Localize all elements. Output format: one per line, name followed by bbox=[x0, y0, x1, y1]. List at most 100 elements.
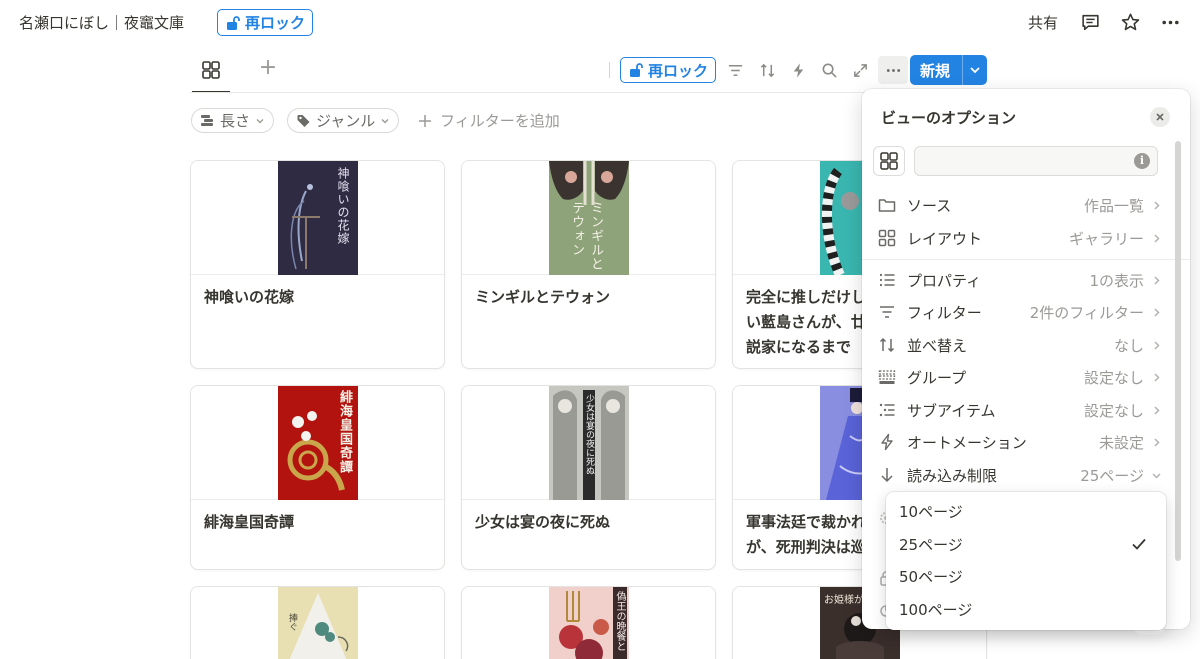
chevron-down-icon bbox=[381, 118, 389, 123]
option-group[interactable]: グループ 設定なし bbox=[872, 362, 1162, 392]
panel-scrollbar[interactable] bbox=[1175, 141, 1181, 561]
new-button-label: 新規 bbox=[920, 61, 951, 80]
chevron-down-icon[interactable] bbox=[963, 64, 987, 76]
chevron-right-icon bbox=[1144, 233, 1162, 244]
chevron-down-icon bbox=[1144, 470, 1162, 481]
card-cover: 捧ぐ bbox=[191, 587, 444, 659]
view-name-input[interactable]: i bbox=[914, 146, 1158, 176]
search-icon[interactable] bbox=[817, 58, 841, 82]
share-button[interactable]: 共有 bbox=[1028, 12, 1058, 33]
option-label: 並べ替え bbox=[907, 336, 968, 355]
cover-title-text: お姫様が bbox=[824, 595, 864, 606]
filter-chip-label: 長さ bbox=[220, 112, 251, 130]
dropdown-option-25[interactable]: 25ページ bbox=[886, 529, 1166, 559]
chevron-right-icon bbox=[1144, 405, 1162, 416]
cover-title-text: 捧ぐ bbox=[287, 613, 297, 631]
option-label: オートメーション bbox=[907, 433, 1027, 452]
dropdown-option-label: 10ページ bbox=[899, 502, 963, 521]
new-button[interactable]: 新規 bbox=[910, 55, 987, 85]
option-layout[interactable]: レイアウト ギャラリー bbox=[872, 223, 1162, 253]
gallery-icon bbox=[880, 152, 898, 170]
lightning-icon bbox=[872, 433, 902, 451]
expand-icon[interactable] bbox=[848, 58, 872, 82]
cover-title-text: 偽王の晩餐と bbox=[614, 591, 625, 651]
gallery-card[interactable]: 偽王の晩餐と bbox=[461, 586, 716, 659]
gallery-icon bbox=[872, 229, 902, 247]
unlock-icon bbox=[630, 63, 643, 77]
view-icon-button[interactable] bbox=[873, 146, 905, 176]
option-value: 25ページ bbox=[1080, 466, 1144, 485]
toolbar-separator bbox=[609, 62, 610, 78]
dropdown-option-50[interactable]: 50ページ bbox=[886, 561, 1166, 591]
option-source[interactable]: ソース 作品一覧 bbox=[872, 190, 1162, 220]
star-icon[interactable] bbox=[1118, 10, 1142, 34]
option-load-limit[interactable]: 読み込み制限 25ページ bbox=[872, 460, 1162, 490]
book-cover-image: 緋海皇国奇譚 bbox=[278, 386, 358, 500]
toolbar-relock-label: 再ロック bbox=[648, 61, 709, 80]
option-automation[interactable]: オートメーション 未設定 bbox=[872, 427, 1162, 457]
option-value: 設定なし bbox=[1083, 368, 1144, 387]
top-bar: 名瀬口にぼし｜夜竈文庫 再ロック 共有 bbox=[0, 0, 1200, 46]
option-properties[interactable]: プロパティ 1の表示 bbox=[872, 265, 1162, 295]
option-label: フィルター bbox=[907, 303, 982, 322]
cover-title-text: 神喰いの花嫁 bbox=[336, 167, 350, 245]
breadcrumb[interactable]: 名瀬口にぼし｜夜竈文庫 bbox=[19, 12, 184, 33]
gallery-card[interactable]: 緋海皇国奇譚 緋海皇国奇譚 bbox=[190, 385, 445, 570]
properties-icon bbox=[872, 271, 902, 289]
dropdown-option-label: 50ページ bbox=[899, 567, 963, 586]
card-title: 神喰いの花嫁 bbox=[204, 288, 295, 306]
card-cover: ミンギルとテウォン bbox=[462, 161, 715, 275]
option-subitems[interactable]: サブアイテム 設定なし bbox=[872, 395, 1162, 425]
more-icon[interactable] bbox=[1158, 10, 1182, 34]
more-icon[interactable] bbox=[878, 56, 908, 84]
chevron-right-icon bbox=[1144, 437, 1162, 448]
panel-title: ビューのオプション bbox=[881, 109, 1017, 127]
sort-icon[interactable] bbox=[755, 58, 779, 82]
gallery-card[interactable]: 捧ぐ bbox=[190, 586, 445, 659]
gallery-card[interactable]: 少女は宴の夜に死ぬ 少女は宴の夜に死ぬ bbox=[461, 385, 716, 570]
chevron-down-icon bbox=[256, 118, 264, 123]
dropdown-option-100[interactable]: 100ページ bbox=[886, 594, 1166, 624]
gallery-card[interactable]: 神喰いの花嫁 神喰いの花嫁 bbox=[190, 160, 445, 369]
add-filter-label: フィルターを追加 bbox=[440, 112, 560, 130]
option-value: 作品一覧 bbox=[1083, 196, 1144, 215]
filter-icon[interactable] bbox=[723, 58, 747, 82]
book-cover-image: 少女は宴の夜に死ぬ bbox=[549, 386, 629, 500]
filter-chip-genre[interactable]: ジャンル bbox=[287, 108, 400, 133]
info-icon[interactable]: i bbox=[1134, 153, 1150, 169]
toolbar-relock-button[interactable]: 再ロック bbox=[620, 57, 717, 83]
comment-icon[interactable] bbox=[1078, 10, 1102, 34]
card-cover: 緋海皇国奇譚 bbox=[191, 386, 444, 500]
option-label: プロパティ bbox=[907, 271, 982, 290]
book-cover-image: 捧ぐ bbox=[278, 587, 358, 659]
relock-button[interactable]: 再ロック bbox=[217, 9, 314, 36]
option-filter[interactable]: フィルター 2件のフィルター bbox=[872, 297, 1162, 327]
option-label: 読み込み制限 bbox=[907, 466, 998, 485]
close-icon[interactable] bbox=[1150, 107, 1170, 127]
subitem-icon bbox=[872, 401, 902, 419]
cover-title-text: ミンギルとテウォン bbox=[569, 201, 603, 271]
gallery-card[interactable]: ミンギルとテウォン ミンギルとテウォン bbox=[461, 160, 716, 369]
add-filter-button[interactable]: フィルターを追加 bbox=[418, 110, 560, 131]
option-value: 2件のフィルター bbox=[1029, 303, 1144, 322]
dropdown-option-label: 100ページ bbox=[899, 600, 973, 619]
cover-title-text: 緋海皇国奇譚 bbox=[337, 390, 352, 474]
card-cover: 偽王の晩餐と bbox=[462, 587, 715, 659]
book-cover-image: 神喰いの花嫁 bbox=[278, 161, 358, 275]
chevron-right-icon bbox=[1144, 372, 1162, 383]
lightning-icon[interactable] bbox=[786, 58, 810, 82]
add-view-button[interactable]: + bbox=[256, 57, 280, 81]
filter-chip-length[interactable]: 長さ bbox=[191, 108, 275, 133]
option-label: サブアイテム bbox=[907, 401, 996, 420]
dropdown-option-label: 25ページ bbox=[899, 535, 963, 554]
option-label: グループ bbox=[907, 368, 967, 387]
check-icon bbox=[1132, 538, 1146, 550]
arrow-down-icon bbox=[872, 466, 902, 484]
option-sort[interactable]: 並べ替え なし bbox=[872, 330, 1162, 360]
option-value: 1の表示 bbox=[1089, 271, 1144, 290]
option-value: 未設定 bbox=[1098, 433, 1144, 452]
chevron-right-icon bbox=[1144, 340, 1162, 351]
card-cover: 少女は宴の夜に死ぬ bbox=[462, 386, 715, 500]
dropdown-option-10[interactable]: 10ページ bbox=[886, 496, 1166, 526]
gallery-view-tab[interactable] bbox=[196, 58, 226, 82]
